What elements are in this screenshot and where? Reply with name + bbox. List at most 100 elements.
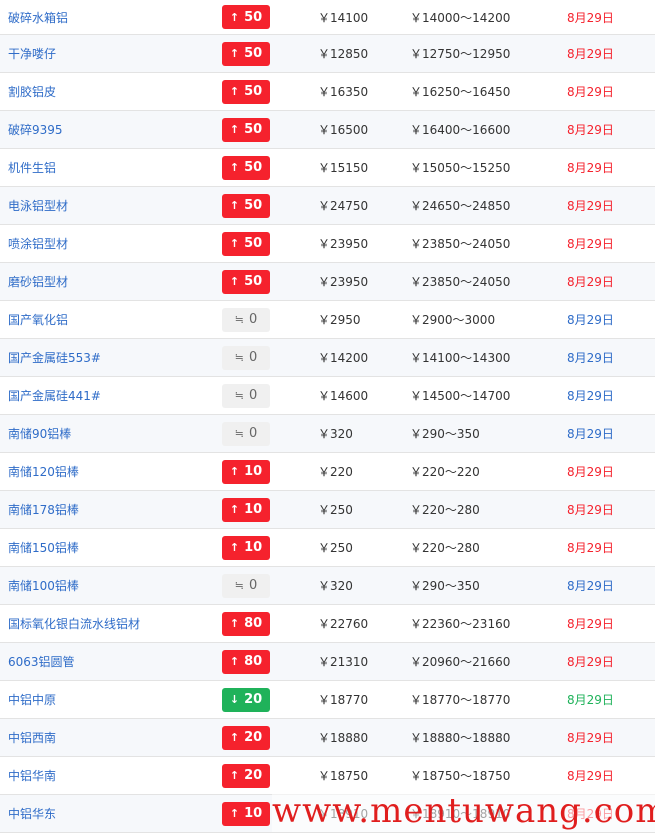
- change-value: 80: [244, 616, 263, 631]
- product-name-link[interactable]: 破碎9395: [8, 111, 63, 148]
- product-name-link[interactable]: 南储100铝棒: [8, 567, 79, 604]
- change-cell: ↑ 50: [222, 111, 270, 148]
- table-row: 破碎9395 ↑ 50 ￥16500 ￥16400～16600 8月29日: [0, 111, 655, 149]
- quote-date: 8月29日: [567, 503, 614, 517]
- average-price: ￥2950: [318, 313, 361, 327]
- quote-date: 8月29日: [567, 655, 614, 669]
- table-row: 国标氧化银白流水线铝材 ↑ 80 ￥22760 ￥22360～23160 8月29日: [0, 605, 655, 643]
- quote-date: 8月29日: [567, 389, 614, 403]
- arrow-up-icon: ↑: [229, 465, 240, 478]
- product-name-link[interactable]: 南储150铝棒: [8, 529, 79, 566]
- change-value: 50: [244, 122, 263, 137]
- product-name-link[interactable]: 6063铝圆管: [8, 643, 75, 680]
- price-range: ￥290～350: [410, 427, 480, 441]
- change-cell: ↑ 80: [222, 643, 270, 680]
- change-value: 0: [248, 350, 258, 365]
- product-name-link[interactable]: 南储90铝棒: [8, 415, 71, 452]
- average-price: ￥16350: [318, 85, 369, 99]
- price-range: ￥2900～3000: [410, 313, 496, 327]
- change-badge: ↑ 50: [222, 193, 270, 218]
- average-price: ￥18750: [318, 769, 369, 783]
- product-name-link[interactable]: 南储120铝棒: [8, 453, 79, 490]
- average-price: ￥320: [318, 579, 353, 593]
- product-name-link[interactable]: 磨砂铝型材: [8, 263, 68, 300]
- change-value: 0: [248, 426, 258, 441]
- quote-date: 8月29日: [567, 465, 614, 479]
- product-name-link[interactable]: 中铝西南: [8, 719, 56, 756]
- arrow-up-icon: ↑: [229, 731, 240, 744]
- table-row: 6063铝圆管 ↑ 80 ￥21310 ￥20960～21660 8月29日: [0, 643, 655, 681]
- average-price: ￥16500: [318, 123, 369, 137]
- product-name-link[interactable]: 南储178铝棒: [8, 491, 79, 528]
- product-name-link[interactable]: 中铝华南: [8, 757, 56, 794]
- change-badge: ≒ 0: [222, 345, 270, 370]
- approx-equal-icon: ≒: [234, 351, 244, 364]
- change-badge: ↑ 50: [222, 231, 270, 256]
- arrow-up-icon: ↑: [229, 275, 240, 288]
- product-name-link[interactable]: 破碎水箱铝: [8, 0, 68, 34]
- change-cell: ≒ 0: [222, 301, 270, 338]
- price-range: ￥18770～18770: [410, 693, 511, 707]
- product-name-link[interactable]: 中铝华东: [8, 795, 56, 832]
- price-range: ￥16250～16450: [410, 85, 511, 99]
- change-value: 10: [244, 464, 263, 479]
- price-range: ￥14500～14700: [410, 389, 511, 403]
- change-value: 0: [248, 312, 258, 327]
- price-range: ￥12750～12950: [410, 47, 511, 61]
- change-badge: ↑ 50: [222, 5, 270, 29]
- change-cell: ↑ 50: [222, 149, 270, 186]
- change-value: 80: [244, 654, 263, 669]
- change-value: 0: [248, 578, 258, 593]
- table-row: 南储90铝棒 ≒ 0 ￥320 ￥290～350 8月29日: [0, 415, 655, 453]
- change-cell: ↑ 50: [222, 0, 270, 34]
- product-name-link[interactable]: 喷涂铝型材: [8, 225, 68, 262]
- arrow-up-icon: ↑: [229, 655, 240, 668]
- table-row: 南储178铝棒 ↑ 10 ￥250 ￥220～280 8月29日: [0, 491, 655, 529]
- product-name-link[interactable]: 中铝中原: [8, 681, 56, 718]
- change-badge: ↑ 10: [222, 497, 270, 522]
- change-badge: ↑ 50: [222, 117, 270, 142]
- change-value: 10: [244, 540, 263, 555]
- product-name-link[interactable]: 国产金属硅441#: [8, 377, 101, 414]
- product-name-link[interactable]: 机件生铝: [8, 149, 56, 186]
- arrow-up-icon: ↑: [229, 85, 240, 98]
- arrow-up-icon: ↑: [229, 161, 240, 174]
- product-name-link[interactable]: 干净喽仔: [8, 35, 56, 72]
- change-cell: ↑ 20: [222, 757, 270, 794]
- average-price: ￥250: [318, 541, 353, 555]
- average-price: ￥21310: [318, 655, 369, 669]
- product-name-link[interactable]: 国产金属硅553#: [8, 339, 101, 376]
- table-row: 中铝西南 ↑ 20 ￥18880 ￥18880～18880 8月29日: [0, 719, 655, 757]
- change-value: 50: [244, 198, 263, 213]
- price-range: ￥24650～24850: [410, 199, 511, 213]
- average-price: ￥23950: [318, 275, 369, 289]
- quote-date: 8月29日: [567, 579, 614, 593]
- average-price: ￥15150: [318, 161, 369, 175]
- price-range: ￥290～350: [410, 579, 480, 593]
- site-watermark: www.mentuwang.com: [272, 790, 655, 832]
- change-cell: ↑ 80: [222, 605, 270, 642]
- change-badge: ↑ 50: [222, 79, 270, 104]
- product-name-link[interactable]: 国标氧化银白流水线铝材: [8, 605, 140, 642]
- product-name-link[interactable]: 电泳铝型材: [8, 187, 68, 224]
- change-cell: ↑ 50: [222, 187, 270, 224]
- average-price: ￥22760: [318, 617, 369, 631]
- price-range: ￥18750～18750: [410, 769, 511, 783]
- product-name-link[interactable]: 割胶铝皮: [8, 73, 56, 110]
- price-range: ￥220～280: [410, 541, 480, 555]
- change-cell: ≒ 0: [222, 415, 270, 452]
- average-price: ￥23950: [318, 237, 369, 251]
- change-badge: ↑ 80: [222, 649, 270, 674]
- arrow-up-icon: ↑: [229, 617, 240, 630]
- price-range: ￥20960～21660: [410, 655, 511, 669]
- product-name-link[interactable]: 国产氧化铝: [8, 301, 68, 338]
- average-price: ￥24750: [318, 199, 369, 213]
- change-cell: ↑ 10: [222, 491, 270, 528]
- table-row: 电泳铝型材 ↑ 50 ￥24750 ￥24650～24850 8月29日: [0, 187, 655, 225]
- quote-date: 8月29日: [567, 161, 614, 175]
- change-value: 50: [244, 236, 263, 251]
- table-row: 南储120铝棒 ↑ 10 ￥220 ￥220～220 8月29日: [0, 453, 655, 491]
- price-range: ￥23850～24050: [410, 275, 511, 289]
- table-row: 国产氧化铝 ≒ 0 ￥2950 ￥2900～3000 8月29日: [0, 301, 655, 339]
- change-cell: ↑ 10: [222, 795, 270, 832]
